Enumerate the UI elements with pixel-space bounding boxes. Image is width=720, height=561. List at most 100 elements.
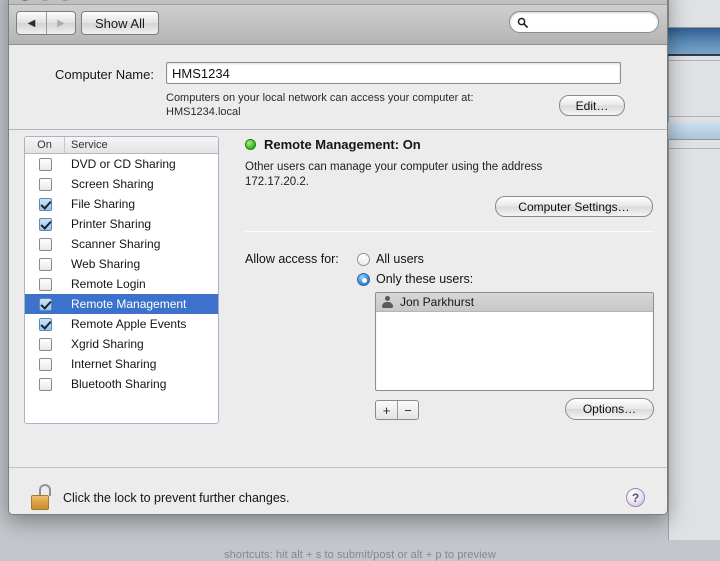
service-checkbox[interactable]	[38, 237, 52, 251]
access-radio[interactable]	[357, 272, 370, 286]
service-row[interactable]: File Sharing	[25, 194, 218, 214]
background-footer-text: shortcuts: hit alt + s to submit/post or…	[224, 549, 496, 561]
background-window	[668, 0, 720, 540]
allow-access-radio-group: All users Only these users:	[357, 249, 473, 289]
service-name-label: Printer Sharing	[71, 217, 152, 231]
help-button[interactable]: ?	[626, 488, 645, 507]
computer-name-label: Computer Name:	[55, 67, 154, 82]
service-checkbox[interactable]	[38, 377, 52, 391]
service-row[interactable]: Remote Management	[25, 294, 218, 314]
system-preferences-window: Sharing ◀ ▶ Show All Computer Name: Comp…	[8, 0, 668, 515]
allowed-users-list[interactable]: Jon Parkhurst	[375, 292, 654, 391]
access-radio[interactable]	[357, 252, 370, 266]
service-checkbox[interactable]	[38, 357, 52, 371]
service-name-label: DVD or CD Sharing	[71, 157, 176, 171]
allowed-users-list-body: Jon Parkhurst	[376, 293, 653, 312]
access-option[interactable]: All users	[357, 249, 473, 269]
services-table[interactable]: On Service DVD or CD Sharing Screen Shari…	[24, 136, 219, 424]
service-name-label: Internet Sharing	[71, 357, 157, 371]
show-all-button[interactable]: Show All	[81, 11, 159, 35]
services-table-body: DVD or CD Sharing Screen Sharing File Shar…	[25, 154, 218, 394]
forward-button[interactable]: ▶	[46, 12, 75, 34]
service-name-label: File Sharing	[71, 197, 136, 211]
service-checkbox[interactable]	[38, 217, 52, 231]
background-window-rule-1	[668, 60, 720, 61]
user-avatar-icon	[381, 295, 394, 309]
add-user-button[interactable]: +	[376, 401, 397, 419]
zoom-button-icon[interactable]	[59, 0, 71, 1]
access-option[interactable]: Only these users:	[357, 269, 473, 289]
sharing-content: On Service DVD or CD Sharing Screen Shari…	[9, 130, 667, 467]
service-checkbox[interactable]	[38, 337, 52, 351]
service-checkbox[interactable]	[38, 177, 52, 191]
service-description: Other users can manage your computer usi…	[245, 161, 543, 188]
service-row[interactable]: Scanner Sharing	[25, 234, 218, 254]
service-checkbox[interactable]	[38, 317, 52, 331]
service-row[interactable]: Screen Sharing	[25, 174, 218, 194]
background-window-rule-3	[668, 148, 720, 149]
background-window-rule-2	[668, 116, 720, 117]
window-toolbar: ◀ ▶ Show All	[9, 5, 667, 45]
service-checkbox[interactable]	[38, 257, 52, 271]
service-row[interactable]: Remote Apple Events	[25, 314, 218, 334]
service-checkbox-cell	[25, 237, 65, 251]
lock-icon[interactable]	[31, 484, 53, 510]
allow-access-label: Allow access for:	[245, 252, 339, 266]
window-footer: Click the lock to prevent further change…	[9, 467, 667, 514]
user-name-label: Jon Parkhurst	[400, 295, 475, 309]
service-checkbox-cell	[25, 357, 65, 371]
service-checkbox[interactable]	[38, 277, 52, 291]
minimize-button-icon[interactable]	[39, 0, 51, 1]
service-checkbox-cell	[25, 277, 65, 291]
service-row[interactable]: DVD or CD Sharing	[25, 154, 218, 174]
service-checkbox-cell	[25, 157, 65, 171]
service-name-label: Remote Management	[71, 297, 187, 311]
service-row[interactable]: Xgrid Sharing	[25, 334, 218, 354]
background-window-header-band	[668, 27, 720, 56]
traffic-light-group	[19, 0, 71, 1]
service-checkbox-cell	[25, 217, 65, 231]
service-checkbox[interactable]	[38, 157, 52, 171]
service-name-label: Remote Apple Events	[71, 317, 187, 331]
service-name-label: Xgrid Sharing	[71, 337, 144, 351]
service-status-text: Remote Management: On	[264, 137, 421, 152]
service-row[interactable]: Web Sharing	[25, 254, 218, 274]
search-field[interactable]	[509, 11, 659, 33]
service-row[interactable]: Remote Login	[25, 274, 218, 294]
edit-button[interactable]: Edit…	[559, 95, 625, 116]
service-name-label: Remote Login	[71, 277, 146, 291]
computer-settings-button[interactable]: Computer Settings…	[495, 196, 653, 217]
detail-divider	[245, 231, 654, 232]
navigation-segmented-control: ◀ ▶	[16, 11, 76, 35]
computer-name-pane: Computer Name: Computers on your local n…	[9, 45, 667, 130]
user-list-item[interactable]: Jon Parkhurst	[376, 293, 653, 312]
computer-name-input[interactable]	[166, 62, 621, 84]
lock-hint-text: Click the lock to prevent further change…	[63, 491, 290, 505]
service-checkbox-cell	[25, 377, 65, 391]
lock-body	[31, 495, 49, 510]
search-input[interactable]	[532, 14, 650, 30]
service-name-label: Bluetooth Sharing	[71, 377, 167, 391]
service-name-label: Web Sharing	[71, 257, 141, 271]
column-header-service: Service	[71, 139, 108, 151]
service-checkbox[interactable]	[38, 197, 52, 211]
service-name-label: Screen Sharing	[71, 177, 154, 191]
user-add-remove-group: + −	[375, 400, 419, 420]
service-row[interactable]: Internet Sharing	[25, 354, 218, 374]
service-checkbox-cell	[25, 297, 65, 311]
access-option-label: All users	[376, 252, 424, 266]
options-button[interactable]: Options…	[565, 398, 654, 420]
search-icon	[517, 17, 528, 28]
computer-name-hint: Computers on your local network can acce…	[166, 92, 474, 118]
status-indicator-icon	[245, 139, 256, 150]
service-checkbox-cell	[25, 177, 65, 191]
remove-user-button[interactable]: −	[397, 401, 418, 419]
service-status-row: Remote Management: On	[245, 137, 421, 152]
background-window-secondary-band	[668, 122, 720, 140]
service-checkbox-cell	[25, 317, 65, 331]
service-row[interactable]: Bluetooth Sharing	[25, 374, 218, 394]
back-button[interactable]: ◀	[17, 12, 46, 34]
service-checkbox[interactable]	[38, 297, 52, 311]
service-row[interactable]: Printer Sharing	[25, 214, 218, 234]
close-button-icon[interactable]	[19, 0, 31, 1]
